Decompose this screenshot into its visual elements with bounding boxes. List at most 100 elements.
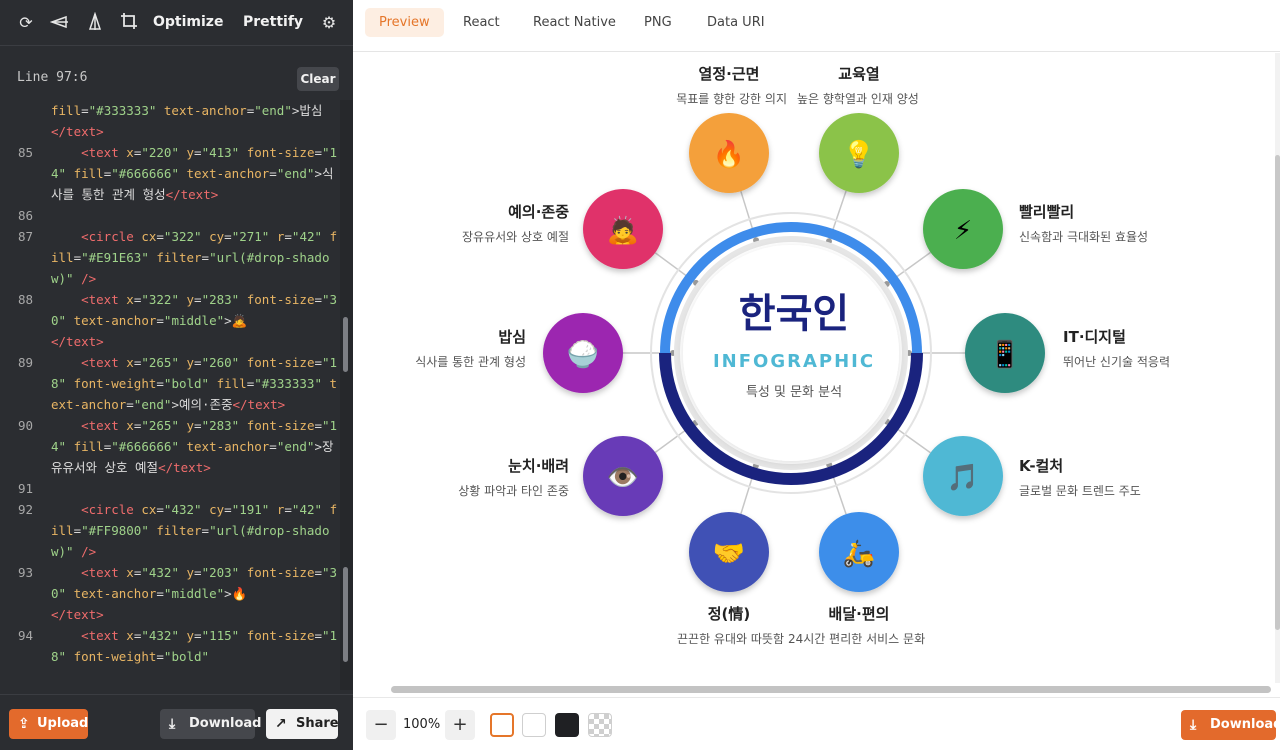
code-line[interactable]: 88 <text x="322" y="283" font-size="30" … — [0, 289, 340, 331]
prettify-button[interactable]: Prettify — [243, 14, 303, 30]
trait-title: 눈치·배려 — [508, 457, 569, 475]
rotate-icon[interactable]: ⟳ — [15, 12, 37, 34]
download-label: Download — [1210, 717, 1280, 732]
trait-item: 👁️ 눈치·배려 — [508, 436, 663, 516]
zoom-in-button[interactable]: + — [445, 710, 475, 740]
code-editor[interactable]: fill="#333333" text-anchor="end">밥심 </tex… — [0, 100, 340, 690]
preview-vertical-thumb[interactable] — [1275, 155, 1280, 630]
code-line[interactable]: 90 <text x="265" y="283" font-size="14" … — [0, 415, 340, 478]
scooter-icon: 🛵 — [843, 539, 875, 569]
flip-horizontal-icon[interactable] — [49, 12, 71, 34]
line-content: <text x="432" y="203" font-size="30" tex… — [51, 565, 338, 601]
code-line[interactable]: fill="#333333" text-anchor="end">밥심 — [0, 100, 340, 121]
svg-preview-canvas: 한국인 INFOGRAPHIC 특성 및 문화 분석 🔥 열정·근면 💡 교육열 ⚡ 빨리… — [353, 53, 1275, 683]
output-tabs: Preview React React Native PNG Data URI — [353, 0, 1280, 52]
trait-item: 📱 IT·디지털 — [965, 313, 1126, 393]
trait-item: 🍚 밥심 — [498, 313, 623, 393]
download-code-button[interactable]: ⤓ Download — [160, 709, 261, 739]
line-number: 89 — [18, 355, 34, 370]
share-icon: ↗ — [275, 716, 287, 732]
line-number: 90 — [18, 418, 34, 433]
flip-vertical-icon[interactable] — [84, 11, 106, 34]
trait-description: 장유유서와 상호 예절 — [462, 230, 569, 244]
code-line[interactable]: </text> — [0, 604, 340, 625]
trait-description: 신속함과 극대화된 효율성 — [1019, 230, 1148, 244]
code-line[interactable]: 87 <circle cx="322" cy="271" r="42" fill… — [0, 226, 340, 289]
code-line[interactable]: 92 <circle cx="432" cy="191" r="42" fill… — [0, 499, 340, 562]
line-number: 88 — [18, 292, 34, 307]
app: ⟳ Optimize Prettify ⚙ Line 97:6 Clear fi… — [0, 0, 1280, 750]
trait-item: 🙇 예의·존중 — [508, 189, 663, 269]
background-swatch-light[interactable] — [522, 713, 546, 737]
code-line[interactable]: 86 — [0, 205, 340, 226]
upload-icon: ⇪ — [18, 716, 30, 732]
background-swatch-dark[interactable] — [555, 713, 579, 737]
line-content: <text x="432" y="115" font-size="18" fon… — [51, 628, 338, 664]
line-content: <circle cx="432" cy="191" r="42" fill="#… — [51, 502, 338, 559]
upload-button[interactable]: ⇪ Upload — [9, 709, 88, 739]
editor-scroll-thumb[interactable] — [343, 567, 348, 662]
tab-png[interactable]: PNG — [630, 8, 686, 37]
line-number: 86 — [18, 208, 34, 223]
code-line[interactable]: 93 <text x="432" y="203" font-size="30" … — [0, 562, 340, 604]
background-swatch-transparent[interactable] — [588, 713, 612, 737]
handshake-icon: 🤝 — [713, 539, 745, 569]
trait-description: 식사를 통한 관계 형성 — [415, 355, 526, 369]
eye-icon: 👁️ — [607, 463, 639, 493]
editor-footer: ⇪ Upload ⤓ Download ↗ Share — [0, 694, 353, 750]
trait-item: ⚡ 빨리빨리 — [923, 189, 1074, 269]
download-label: Download — [189, 716, 262, 731]
line-content: </text> — [51, 124, 104, 139]
trait-description: 뛰어난 신기술 적응력 — [1063, 355, 1170, 369]
preview-footer: − 100% + ⤓ Download — [353, 697, 1280, 750]
zoom-level: 100% — [403, 717, 441, 732]
preview-pane: Preview React React Native PNG Data URI — [353, 0, 1280, 750]
cursor-position: Line 97:6 — [17, 70, 88, 85]
trait-description: 목표를 향한 강한 의지 — [676, 92, 787, 106]
trait-description: 24시간 편리한 서비스 문화 — [788, 632, 925, 646]
trait-title: 교육열 — [838, 65, 879, 83]
line-content: <text x="322" y="283" font-size="30" tex… — [51, 292, 338, 328]
code-line[interactable]: 94 <text x="432" y="115" font-size="18" … — [0, 625, 340, 667]
download-image-button[interactable]: ⤓ Download — [1181, 710, 1280, 740]
code-line[interactable]: </text> — [0, 331, 340, 352]
tab-react[interactable]: React — [449, 8, 514, 37]
optimize-button[interactable]: Optimize — [153, 14, 223, 30]
line-content: <text x="265" y="260" font-size="18" fon… — [51, 355, 338, 412]
infographic-title: 한국인 — [739, 291, 849, 337]
zoom-out-button[interactable]: − — [366, 710, 396, 740]
tab-react-native[interactable]: React Native — [519, 8, 630, 37]
code-line[interactable]: 85 <text x="220" y="413" font-size="14" … — [0, 142, 340, 205]
music-note-icon: 🎵 — [947, 463, 979, 493]
tab-preview[interactable]: Preview — [365, 8, 444, 37]
line-number: 93 — [18, 565, 34, 580]
clear-button[interactable]: Clear — [297, 67, 339, 91]
editor-pane: ⟳ Optimize Prettify ⚙ Line 97:6 Clear fi… — [0, 0, 353, 750]
gear-icon[interactable]: ⚙ — [318, 12, 340, 34]
line-content: <text x="265" y="283" font-size="14" fil… — [51, 418, 338, 475]
code-line[interactable]: </text> — [0, 121, 340, 142]
line-content: fill="#333333" text-anchor="end">밥심 — [51, 103, 323, 118]
tab-data-uri[interactable]: Data URI — [693, 8, 779, 37]
fire-icon: 🔥 — [713, 139, 745, 170]
background-swatch-white-selected[interactable] — [490, 713, 514, 737]
preview-horizontal-scrollbar[interactable] — [391, 686, 1271, 693]
trait-item: 🛵 배달·편의 — [819, 512, 899, 623]
line-number: 94 — [18, 628, 34, 643]
lightning-icon: ⚡ — [954, 216, 972, 246]
smartphone-icon: 📱 — [989, 339, 1021, 370]
crop-icon[interactable] — [118, 12, 140, 34]
line-number: 87 — [18, 229, 34, 244]
code-line[interactable]: 89 <text x="265" y="260" font-size="18" … — [0, 352, 340, 415]
line-number: 92 — [18, 502, 34, 517]
trait-title: 정(情) — [708, 605, 751, 623]
trait-description: 끈끈한 유대와 따뜻함 — [677, 632, 784, 646]
trait-title: 빨리빨리 — [1019, 203, 1074, 221]
trait-item: 🔥 열정·근면 — [689, 65, 769, 193]
trait-title: IT·디지털 — [1063, 328, 1126, 346]
trait-title: 예의·존중 — [508, 203, 569, 221]
code-line[interactable]: 91 — [0, 478, 340, 499]
share-button[interactable]: ↗ Share — [266, 709, 339, 739]
infographic-svg: 한국인 INFOGRAPHIC 특성 및 문화 분석 🔥 열정·근면 💡 교육열 ⚡ 빨리… — [415, 65, 1170, 646]
trait-description: 상황 파악과 타인 존중 — [458, 484, 569, 498]
